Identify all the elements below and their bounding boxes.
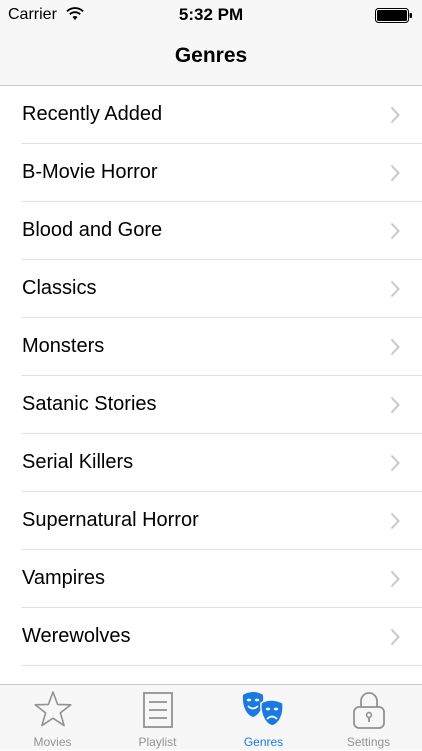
chevron-right-icon bbox=[390, 628, 400, 646]
status-bar: Carrier 5:32 PM bbox=[0, 0, 422, 30]
list-item-label: B-Movie Horror bbox=[22, 161, 158, 183]
list-item[interactable]: Supernatural Horror bbox=[22, 492, 422, 550]
list-item[interactable]: Satanic Stories bbox=[22, 376, 422, 434]
chevron-right-icon bbox=[390, 454, 400, 472]
chevron-right-icon bbox=[390, 512, 400, 530]
list-item[interactable]: B-Movie Horror bbox=[22, 144, 422, 202]
chevron-right-icon bbox=[390, 164, 400, 182]
chevron-right-icon bbox=[390, 280, 400, 298]
tab-bar: Movies Playlist Genres Settings bbox=[0, 684, 422, 750]
tab-label: Movies bbox=[33, 735, 72, 749]
lock-icon bbox=[352, 692, 385, 729]
chevron-right-icon bbox=[390, 106, 400, 124]
chevron-right-icon bbox=[390, 222, 400, 240]
list-item-label: Blood and Gore bbox=[22, 219, 163, 241]
list-item[interactable]: Blood and Gore bbox=[22, 202, 422, 260]
list-item-label: Werewolves bbox=[22, 625, 131, 647]
list-item[interactable]: Serial Killers bbox=[22, 434, 422, 492]
theater-masks-icon bbox=[242, 692, 284, 727]
page-title: Genres bbox=[174, 44, 248, 67]
list-item[interactable]: Werewolves bbox=[22, 608, 422, 666]
star-icon bbox=[33, 691, 72, 727]
list-item-label: Satanic Stories bbox=[22, 393, 157, 415]
list-item-label: Recently Added bbox=[22, 103, 163, 125]
status-time: 5:32 PM bbox=[178, 5, 244, 24]
list-item-label: Classics bbox=[22, 277, 97, 299]
list-item[interactable]: Vampires bbox=[22, 550, 422, 608]
tab-label: Genres bbox=[243, 735, 284, 749]
battery-icon bbox=[375, 8, 412, 23]
tab-genres[interactable]: Genres bbox=[211, 685, 316, 751]
chevron-right-icon bbox=[390, 338, 400, 356]
tab-playlist[interactable]: Playlist bbox=[105, 685, 210, 751]
tab-label: Playlist bbox=[138, 735, 177, 749]
tab-settings[interactable]: Settings bbox=[316, 685, 421, 751]
list-icon bbox=[142, 692, 173, 728]
tab-label: Settings bbox=[346, 735, 391, 749]
genre-list: Recently Added B-Movie Horror Blood and … bbox=[0, 86, 422, 666]
list-item-label: Vampires bbox=[22, 567, 105, 589]
list-item-label: Supernatural Horror bbox=[22, 509, 199, 531]
chevron-right-icon bbox=[390, 570, 400, 588]
chevron-right-icon bbox=[390, 396, 400, 414]
list-item[interactable]: Monsters bbox=[22, 318, 422, 376]
list-item[interactable]: Recently Added bbox=[22, 86, 422, 144]
tab-movies[interactable]: Movies bbox=[0, 685, 105, 751]
navigation-bar: Genres bbox=[0, 30, 422, 86]
list-item-label: Monsters bbox=[22, 335, 105, 357]
list-item[interactable]: Classics bbox=[22, 260, 422, 318]
list-item-label: Serial Killers bbox=[22, 451, 134, 473]
